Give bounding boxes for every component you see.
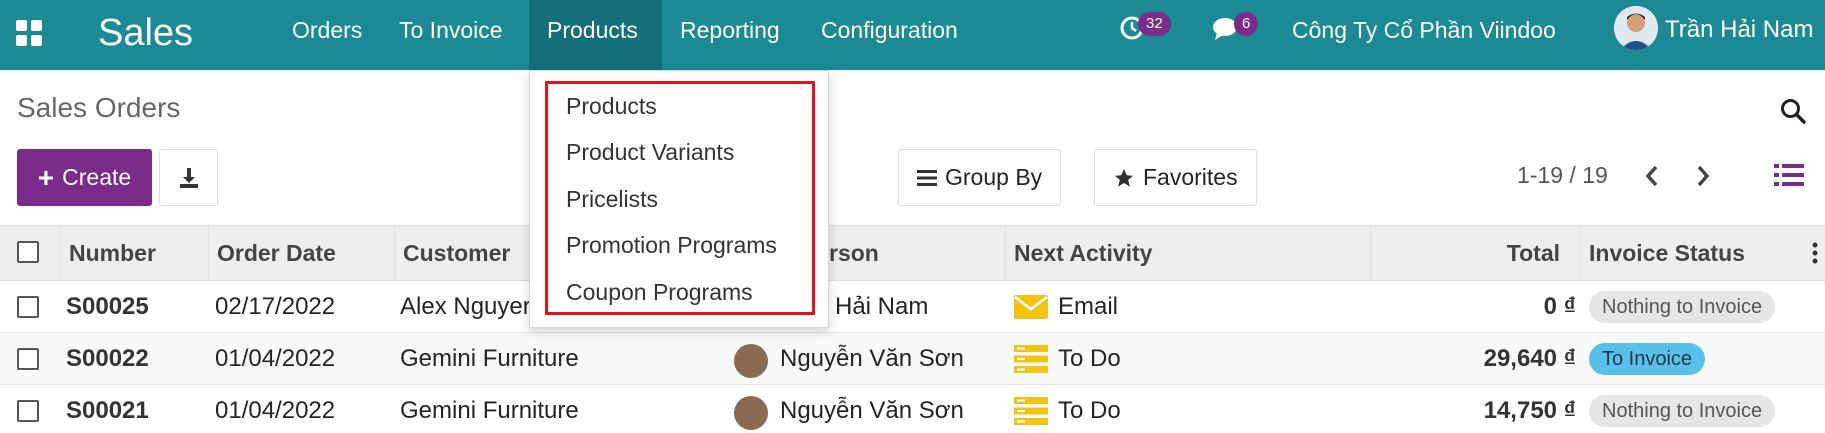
email-activity-icon[interactable] [1014,295,1048,324]
order-total: 0 ₫ [1543,293,1576,320]
app-title[interactable]: Sales [98,8,193,58]
menu-configuration[interactable]: Configuration [803,0,976,70]
order-date: 02/17/2022 [215,293,336,320]
company-switcher[interactable]: Công Ty Cổ Phần Viindoo [1292,0,1556,60]
customer-name: Gemini Furniture [400,397,579,424]
row-checkbox[interactable] [17,348,39,370]
column-next-activity[interactable]: Next Activity [1005,226,1370,280]
create-button-label: Create [62,164,132,190]
menu-orders[interactable]: Orders [274,0,380,70]
apps-menu-icon[interactable] [16,20,42,46]
column-number[interactable]: Number [60,226,208,280]
star-icon [1114,168,1134,187]
salesperson-avatar [734,344,768,378]
activity-label: Email [1058,293,1119,320]
menu-to-invoice[interactable]: To Invoice [381,0,521,70]
salesperson-name: Nguyễn Văn Sơn [780,345,964,372]
table-row[interactable]: S00025 02/17/2022 Alex Nguyer Hải Nam Em… [0,281,1825,333]
invoice-status-badge: Nothing to Invoice [1589,395,1776,427]
order-number: S00025 [66,293,149,320]
todo-activity-icon[interactable] [1014,345,1048,378]
invoice-status-badge: Nothing to Invoice [1589,291,1776,323]
download-button[interactable] [159,149,218,206]
top-navbar: Sales Orders To Invoice Products Reporti… [0,0,1825,70]
order-date: 01/04/2022 [215,345,336,372]
todo-activity-icon[interactable] [1014,397,1048,430]
messages-count-badge: 6 [1234,12,1259,36]
customer-name: Alex Nguyer [400,293,531,320]
select-all-checkbox[interactable] [17,241,39,263]
order-total: 29,640 ₫ [1483,345,1576,372]
table-row[interactable]: S00021 01/04/2022 Gemini Furniture Nguyễ… [0,385,1825,433]
user-menu[interactable]: Trần Hải Nam [1665,0,1813,60]
favorites-button[interactable]: Favorites [1094,149,1257,206]
bars-icon [917,169,937,186]
user-avatar[interactable] [1614,6,1658,50]
plus-icon: + [37,161,55,193]
column-total[interactable]: Total [1370,226,1580,280]
table-header: Number Order Date Customer rson Next Act… [0,225,1825,281]
activity-label: To Do [1058,397,1121,424]
column-salesperson[interactable]: rson [829,226,1005,280]
customer-name: Gemini Furniture [400,345,579,372]
column-order-date[interactable]: Order Date [208,226,394,280]
order-number: S00021 [66,397,149,424]
salesperson-name: Hải Nam [835,293,929,320]
invoice-status-badge: To Invoice [1589,343,1706,375]
order-date: 01/04/2022 [215,397,336,424]
create-button[interactable]: + Create [17,149,152,206]
salesperson-avatar [734,396,768,430]
search-icon[interactable] [1780,98,1806,129]
order-total: 14,750 ₫ [1483,397,1576,424]
pager-value[interactable]: 1-19 / 19 [1517,162,1608,189]
chevron-left-icon[interactable] [1643,164,1661,193]
download-icon [179,167,198,188]
page-title: Sales Orders [17,92,181,123]
column-invoice-status[interactable]: Invoice Status [1580,226,1825,280]
activity-count-badge: 32 [1138,12,1171,36]
table-row[interactable]: S00022 01/04/2022 Gemini Furniture Nguyễ… [0,333,1825,385]
menu-products[interactable]: Products [529,0,662,70]
chevron-right-icon[interactable] [1694,164,1712,193]
group-by-button[interactable]: Group By [898,149,1062,206]
menu-reporting[interactable]: Reporting [662,0,798,70]
order-number: S00022 [66,345,149,372]
list-view-icon[interactable] [1774,163,1804,192]
salesperson-name: Nguyễn Văn Sơn [780,397,964,424]
row-checkbox[interactable] [17,400,39,422]
activity-label: To Do [1058,345,1121,372]
column-options-icon[interactable] [1812,242,1818,269]
row-checkbox[interactable] [17,296,39,318]
highlight-annotation-box [545,81,815,315]
